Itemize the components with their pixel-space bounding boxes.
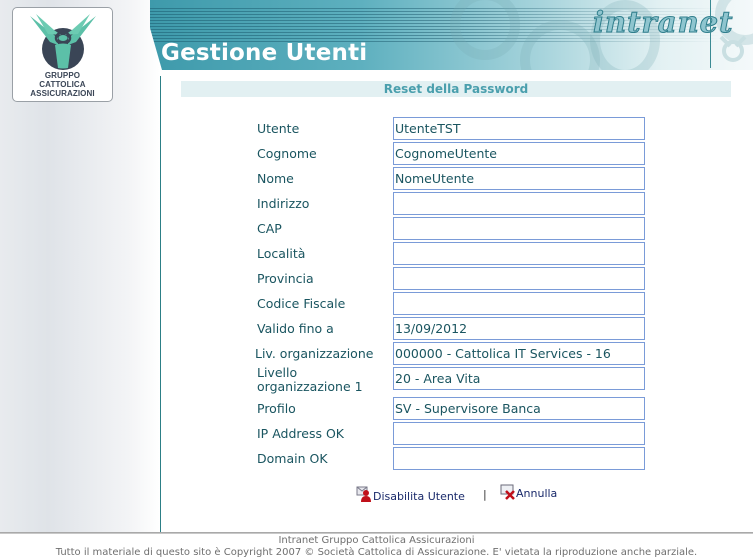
domain-input[interactable] xyxy=(393,447,645,470)
cancel-icon xyxy=(500,484,515,500)
field-label: IP Address OK xyxy=(257,426,344,441)
field-label: Valido fino a xyxy=(257,321,334,336)
localita-input[interactable] xyxy=(393,242,645,265)
field-label: CAP xyxy=(257,221,282,236)
logo-text: GRUPPO CATTOLICA ASSICURAZIONI xyxy=(13,71,112,98)
disable-user-label: Disabilita Utente xyxy=(373,490,465,503)
profilo-input[interactable] xyxy=(393,397,645,420)
field-label: Liv. organizzazione xyxy=(255,346,374,361)
section-title: Reset della Password xyxy=(181,81,731,97)
field-label: Località xyxy=(257,246,306,261)
logo-line-1: GRUPPO xyxy=(44,71,81,80)
sidebar-divider xyxy=(160,76,161,532)
page-title: Gestione Utenti xyxy=(161,40,368,66)
indirizzo-input[interactable] xyxy=(393,192,645,215)
logo-emblem-icon xyxy=(30,14,96,70)
cancel-label: Annulla xyxy=(516,487,558,500)
header-banner: Gestione Utenti intranet xyxy=(150,0,753,70)
nome-input[interactable] xyxy=(393,167,645,190)
cognome-input[interactable] xyxy=(393,142,645,165)
header-deco-emblem-icon xyxy=(719,35,747,62)
field-label: Utente xyxy=(257,121,300,136)
logo-line-2: CATTOLICA xyxy=(39,80,86,89)
cancel-button[interactable]: Annulla xyxy=(500,484,557,500)
field-label: Nome xyxy=(257,171,294,186)
livello-organizzazione-1-input[interactable] xyxy=(393,367,645,390)
field-label: Livello organizzazione 1 xyxy=(257,365,363,394)
footer-copyright: Tutto il materiale di questo sito è Copy… xyxy=(55,547,698,558)
header-divider xyxy=(710,0,711,68)
utente-input[interactable] xyxy=(393,117,645,140)
company-logo[interactable]: GRUPPO CATTOLICA ASSICURAZIONI xyxy=(12,7,113,102)
provincia-input[interactable] xyxy=(393,267,645,290)
valido-fino-input[interactable] xyxy=(393,317,645,340)
footer-divider xyxy=(0,532,753,534)
action-separator: | xyxy=(483,488,487,501)
logo-line-3: ASSICURAZIONI xyxy=(30,89,95,98)
disable-user-icon xyxy=(356,486,371,502)
liv-organizzazione-input[interactable] xyxy=(393,342,645,365)
footer-site-name: Intranet Gruppo Cattolica Assicurazioni xyxy=(278,535,475,546)
field-label: Profilo xyxy=(257,401,296,416)
intranet-wordmark: intranet xyxy=(593,5,734,40)
header-deco-icon xyxy=(450,0,520,60)
codice-fiscale-input[interactable] xyxy=(393,292,645,315)
cap-input[interactable] xyxy=(393,217,645,240)
field-label: Indirizzo xyxy=(257,196,310,211)
field-label: Cognome xyxy=(257,146,317,161)
field-label: Codice Fiscale xyxy=(257,296,346,311)
field-label: Domain OK xyxy=(257,451,328,466)
field-label: Provincia xyxy=(257,271,314,286)
disable-user-button[interactable]: Disabilita Utente xyxy=(356,486,465,503)
ip-address-input[interactable] xyxy=(393,422,645,445)
